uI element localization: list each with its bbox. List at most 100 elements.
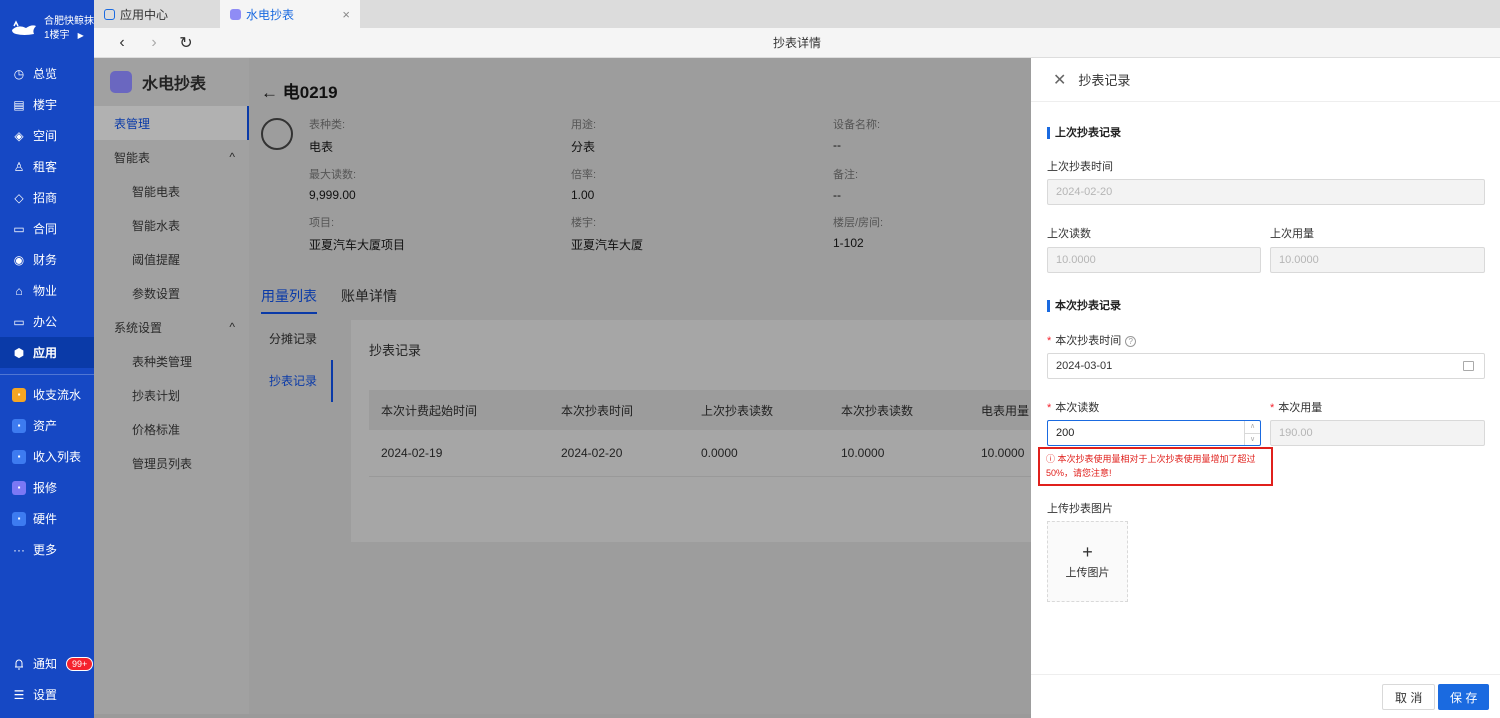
meter-field-label: 用途:	[571, 119, 597, 131]
meter-field-value: 亚夏汽车大厦	[571, 238, 644, 252]
meter-field: 楼层/房间: 1-102	[833, 214, 883, 250]
nav-item-2[interactable]: ◈ 空间	[0, 120, 94, 151]
nav-item-7[interactable]: ⌂ 物业	[0, 275, 94, 306]
meter-field: 楼宇: 亚夏汽车大厦	[571, 214, 643, 253]
app-center-icon	[104, 8, 115, 20]
nav-item-label: 财务	[33, 253, 58, 267]
meter-field-label: 倍率:	[571, 169, 597, 181]
tab-label: 应用中心	[120, 7, 169, 22]
submenu-item[interactable]: 智能水表	[94, 208, 249, 242]
readings-card: 抄表记录 本次计费起始时间 本次抄表时间 上次抄表读数 本次抄表读数 电表用量 2024…	[351, 320, 1069, 542]
nav-item-notice[interactable]: 通知 99+	[0, 648, 94, 679]
nav-app-2[interactable]: ▪ 收入列表	[0, 441, 94, 472]
warning-icon: ⓘ	[1046, 454, 1056, 464]
close-tab-icon[interactable]: ×	[342, 7, 350, 22]
side-tab-readings[interactable]: 抄表记录	[249, 360, 333, 402]
submenu-item[interactable]: 价格标准	[94, 412, 249, 446]
calendar-icon[interactable]	[1463, 361, 1474, 371]
nav-item-label: 更多	[33, 543, 58, 557]
meter-field: 最大读数: 9,999.00	[309, 166, 356, 202]
submenu-item[interactable]: 表种类管理	[94, 344, 249, 378]
meter-app-icon	[230, 8, 241, 20]
nav-app-1[interactable]: ▪ 资产	[0, 410, 94, 441]
tag-icon: ◇	[14, 190, 24, 205]
cancel-button[interactable]: 取 消	[1382, 684, 1436, 710]
nav-app-0[interactable]: ▪ 收支流水	[0, 379, 94, 410]
card-title: 抄表记录	[369, 343, 422, 358]
forward-icon[interactable]: ›	[138, 34, 170, 52]
nav-item-label: 租客	[33, 160, 58, 174]
current-time-picker[interactable]: 2024-03-01	[1047, 353, 1485, 379]
submenu-item-label: 阈值提醒	[132, 252, 181, 267]
nav-item-settings[interactable]: ☰ 设置	[0, 679, 94, 710]
nav-item-0[interactable]: ◷ 总览	[0, 58, 94, 89]
number-stepper[interactable]: ∧ ∨	[1244, 421, 1260, 445]
meter-field: 表种类: 电表	[309, 116, 345, 155]
nav-item-1[interactable]: ▤ 楼宇	[0, 89, 94, 120]
submenu-item[interactable]: 系统设置 ^	[94, 310, 249, 344]
nav-item-5[interactable]: ▭ 合同	[0, 213, 94, 244]
plus-icon: +	[1082, 541, 1093, 562]
nav-item-label: 总览	[33, 67, 58, 81]
tab-bill-detail[interactable]: 账单详情	[341, 286, 397, 314]
nav-item-label: 招商	[33, 191, 58, 205]
clock-icon: ◷	[13, 66, 25, 81]
chevron-down-icon[interactable]: ∨	[1245, 434, 1260, 446]
submenu-item[interactable]: 参数设置	[94, 276, 249, 310]
side-tab-allocation[interactable]: 分摊记录	[249, 318, 333, 360]
nav-item-9[interactable]: ⬢ 应用	[0, 337, 94, 368]
submenu-item[interactable]: 智能电表	[94, 174, 249, 208]
meter-field: 设备名称: --	[833, 116, 880, 152]
nav-item-6[interactable]: ◉ 财务	[0, 244, 94, 275]
last-reading-label: 上次读数	[1047, 228, 1091, 240]
submenu-item[interactable]: 智能表 ^	[94, 140, 249, 174]
org-switcher[interactable]: 合肥快鲸抹 1楼宇 ▶	[0, 0, 94, 58]
nav-app-4[interactable]: ▪ 硬件	[0, 503, 94, 534]
table-header: 本次抄表时间	[548, 390, 689, 430]
nav-app-3[interactable]: ▪ 报修	[0, 472, 94, 503]
current-reading-input[interactable]: 200 ∧ ∨	[1047, 420, 1261, 446]
submenu-item-label: 表种类管理	[132, 354, 193, 369]
nav-item-4[interactable]: ◇ 招商	[0, 182, 94, 213]
tab-meter-reading[interactable]: 水电抄表 ×	[220, 0, 360, 28]
submenu-item[interactable]: 表管理	[94, 106, 249, 140]
table-row[interactable]: 2024-02-19 2024-02-20 0.0000 10.0000 10.0000	[369, 430, 1069, 477]
users-icon: ♙	[13, 159, 25, 174]
submenu-item[interactable]: 阈值提醒	[94, 242, 249, 276]
current-reading-label: * 本次读数	[1047, 402, 1100, 414]
upload-button[interactable]: + 上传图片	[1047, 521, 1128, 602]
save-button[interactable]: 保 存	[1438, 684, 1490, 710]
cube-icon: ◈	[14, 128, 24, 143]
help-icon[interactable]: ?	[1125, 336, 1137, 347]
nav-item-3[interactable]: ♙ 租客	[0, 151, 94, 182]
notice-badge: 99+	[66, 656, 94, 671]
back-icon[interactable]: ‹	[106, 34, 138, 52]
submenu-item[interactable]: 管理员列表	[94, 446, 249, 480]
submenu-item[interactable]: 抄表计划	[94, 378, 249, 412]
table-cell: 2024-02-20	[548, 430, 689, 477]
refresh-icon[interactable]: ↻	[170, 33, 202, 53]
close-icon[interactable]: ✕	[1053, 70, 1066, 90]
nav-item-more[interactable]: ··· 更多	[0, 534, 94, 565]
nav-item-label: 办公	[33, 315, 58, 329]
tab-usage-list[interactable]: 用量列表	[261, 286, 317, 314]
submenu-item-label: 表管理	[114, 116, 151, 131]
tab-app-center[interactable]: 应用中心	[94, 0, 220, 28]
caret-right-icon: ▶	[77, 31, 84, 40]
app-square-icon: ▪	[12, 480, 26, 495]
nav-item-label: 楼宇	[33, 98, 58, 112]
table-cell: 0.0000	[688, 430, 829, 477]
meter-field: 项目: 亚夏汽车大厦项目	[309, 214, 405, 253]
document-icon: ▭	[13, 221, 25, 236]
meter-field-value: --	[833, 138, 841, 152]
chevron-up-icon[interactable]: ∧	[1245, 421, 1260, 434]
nav-item-label: 空间	[33, 129, 58, 143]
arrow-left-icon[interactable]: ←	[261, 83, 278, 102]
coin-icon: ◉	[13, 252, 25, 267]
menu-icon: ☰	[13, 687, 25, 702]
module-menu: 水电抄表 表管理 智能表 ^ 智能电表 智能水表 阈值提醒 参数设置 系统设置 ^ 表种类管理 抄表…	[94, 58, 249, 714]
nav-item-8[interactable]: ▭ 办公	[0, 306, 94, 337]
bell-icon	[12, 657, 26, 671]
submenu-item-label: 参数设置	[132, 286, 181, 301]
org-name: 合肥快鲸抹	[44, 16, 94, 27]
